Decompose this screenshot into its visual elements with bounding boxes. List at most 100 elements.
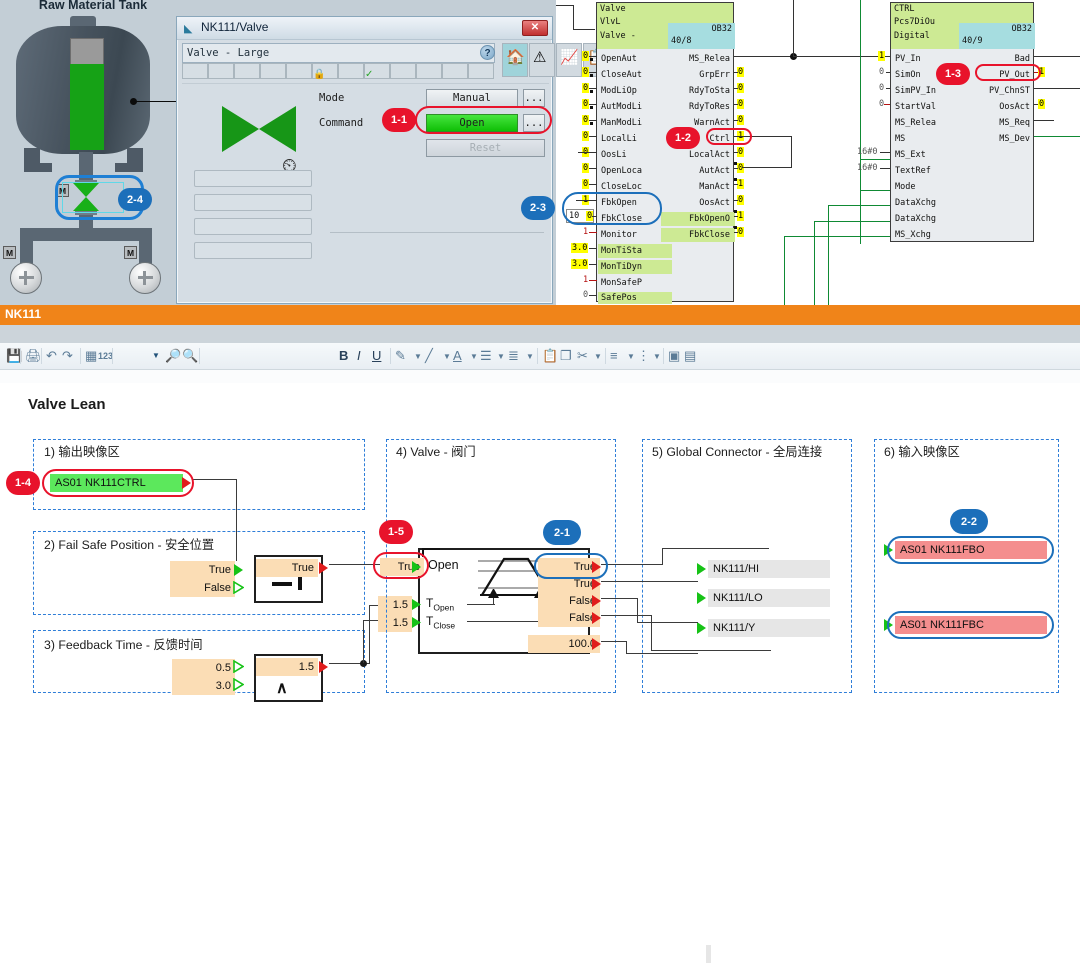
highlight-input-image-fbo <box>887 536 1054 564</box>
align-dropdown-icon[interactable]: ▼ <box>497 352 505 361</box>
toolbar2-cell-10[interactable] <box>416 63 442 79</box>
dialog-title-bar[interactable]: ◣ NK111/Valve ✕ <box>177 17 552 40</box>
format-painter-dropdown-icon[interactable]: ▼ <box>594 352 602 361</box>
global-conn-2-arrow-icon <box>697 622 706 634</box>
valve-outval-7: 0 <box>737 163 745 173</box>
mode-value-button[interactable]: Manual <box>426 89 518 107</box>
valve-olead-2 <box>734 88 738 89</box>
undo-icon[interactable]: ↶ <box>46 348 57 364</box>
check-icon[interactable]: ✓ <box>364 63 390 80</box>
italic-button[interactable]: I <box>357 348 361 363</box>
ctrl-olead-0 <box>1034 56 1080 57</box>
toolbar2-cell-11[interactable] <box>442 63 468 79</box>
underline-button[interactable]: U <box>372 348 381 363</box>
list-icon[interactable]: ≣ <box>508 348 519 364</box>
wire-out2-to-lo <box>637 622 698 624</box>
highlight-pvout-pin <box>975 64 1041 81</box>
lock-icon[interactable]: 🔒 <box>312 63 338 80</box>
valve-in-13: MonTiDyn <box>601 262 642 272</box>
trend-alarm-icon[interactable]: ⚠ <box>529 43 555 77</box>
valve-graphic-right <box>259 106 296 152</box>
font-color-dropdown-icon[interactable]: ▼ <box>470 352 478 361</box>
diagram-title: Valve Lean <box>28 396 106 413</box>
line-color-icon[interactable]: ╱ <box>425 348 433 364</box>
toolbar2-cell-1[interactable] <box>182 63 208 79</box>
wire-out1-to-hi <box>601 581 698 583</box>
toolbar2-cell-4[interactable] <box>260 63 286 79</box>
valve-out-3-arrow-icon <box>592 612 601 624</box>
reset-button[interactable]: Reset <box>426 139 545 157</box>
format-painter-icon[interactable]: ✂ <box>577 348 588 364</box>
bold-button[interactable]: B <box>339 348 348 363</box>
toolbar2-cell-5[interactable] <box>286 63 312 79</box>
ctrl-in-0: PV_In <box>895 54 921 64</box>
indent-icon[interactable]: ≡ <box>610 348 618 363</box>
align-icon[interactable]: ☰ <box>480 348 492 364</box>
line-color-dropdown-icon[interactable]: ▼ <box>443 352 451 361</box>
distribute-dropdown-icon[interactable]: ▼ <box>653 352 661 361</box>
wire-out2 <box>601 598 638 600</box>
fill-color-dropdown-icon[interactable]: ▼ <box>414 352 422 361</box>
valve-lead-3 <box>589 104 597 105</box>
toolbar2-cell-2[interactable] <box>208 63 234 79</box>
toolbar-sep-6 <box>390 348 391 364</box>
block-name-field[interactable]: Valve - Large <box>182 43 495 63</box>
wire-out0-up <box>662 548 664 565</box>
redo-icon[interactable]: ↷ <box>62 348 73 364</box>
ungroup-icon[interactable]: ▤ <box>684 348 696 364</box>
t-close-arrow-icon <box>412 617 421 628</box>
toolbar2-cell-12[interactable] <box>468 63 494 79</box>
info-field-1 <box>194 170 312 187</box>
valve-out-11: FbkClose <box>689 230 730 240</box>
valve-function-block[interactable]: Valve VlvL Valve - OB32 40/8 OpenAut Clo… <box>596 2 735 304</box>
toolbar2-cell-7[interactable] <box>338 63 364 79</box>
highlight-ctrl-pin <box>706 128 752 145</box>
home-icon[interactable]: 🏠 <box>502 43 528 77</box>
valve-olead-7 <box>734 168 738 169</box>
help-icon[interactable]: ? <box>480 45 495 60</box>
highlight-valve-open-input <box>373 552 429 579</box>
group-icon[interactable]: ▣ <box>668 348 680 364</box>
toolbar2-cell-3[interactable] <box>234 63 260 79</box>
list-dropdown-icon[interactable]: ▼ <box>526 352 534 361</box>
mode-more-button[interactable]: ... <box>523 89 545 107</box>
ctrl-in-2: SimPV_In <box>895 86 936 96</box>
print-icon[interactable]: 🖨 <box>25 348 42 364</box>
ctrl-out-3: OosAct <box>999 102 1030 112</box>
valve-block-label: Valve - <box>600 31 636 41</box>
distribute-icon[interactable]: ⋮ <box>637 348 650 364</box>
wire-outimg-right <box>192 479 237 481</box>
font-color-icon[interactable]: A <box>453 348 462 363</box>
close-icon[interactable]: ✕ <box>522 20 548 36</box>
wire-out2-down <box>637 598 639 623</box>
valve-lead-12 <box>589 248 597 249</box>
valve-runtime: 40/8 <box>671 36 692 46</box>
fill-color-icon[interactable]: ✎ <box>395 348 406 364</box>
callout-1-3: 1-3 <box>936 63 970 85</box>
global-conn-2[interactable]: NK111/Y <box>708 619 830 637</box>
feedback-out-arrow-icon <box>319 661 328 673</box>
numbers-icon[interactable]: 123 <box>98 351 113 361</box>
grid-icon[interactable]: ▦ <box>85 348 97 364</box>
copy-icon[interactable]: 📋 <box>542 348 558 364</box>
dialog-toolbar-row-2: 🔒 ✓ <box>182 63 495 80</box>
failsafe-out-arrow-icon <box>319 562 328 574</box>
pump-left[interactable] <box>10 262 42 294</box>
pump-left-shaft <box>24 271 27 285</box>
pump-right[interactable] <box>129 262 161 294</box>
dialog-title: NK111/Valve <box>201 20 269 34</box>
global-conn-0[interactable]: NK111/HI <box>708 560 830 578</box>
duplicate-icon[interactable]: ❐ <box>560 348 572 364</box>
global-conn-1[interactable]: NK111/LO <box>708 589 830 607</box>
wire-fb-up2 <box>363 620 365 663</box>
zoom-out-icon[interactable]: 🔎 <box>165 348 181 364</box>
valve-block-header: Valve VlvL Valve - OB32 40/8 <box>597 3 735 49</box>
wire-out3-down <box>651 615 653 651</box>
failsafe-symbol-tick <box>298 577 302 590</box>
ctrl-function-block[interactable]: CTRL Pcs7DiOu Digital OB32 40/9 PV_In Si… <box>890 2 1035 242</box>
chevron-down-icon[interactable]: ▼ <box>152 351 160 360</box>
indent-dropdown-icon[interactable]: ▼ <box>627 352 635 361</box>
zoom-in-icon[interactable]: 🔍 <box>182 348 198 364</box>
toolbar2-cell-9[interactable] <box>390 63 416 79</box>
green-route-4h <box>828 205 890 206</box>
